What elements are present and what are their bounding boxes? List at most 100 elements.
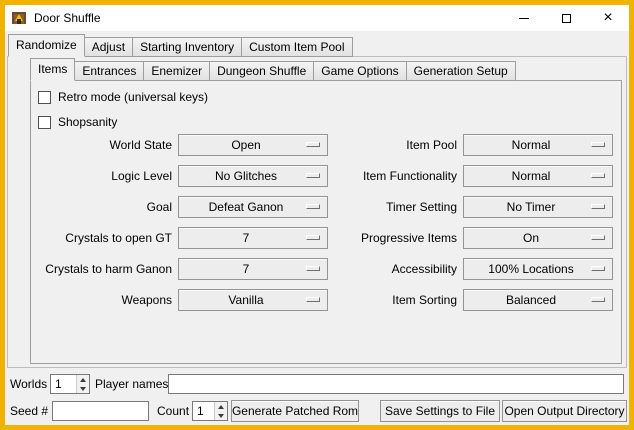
- worlds-spin-arrows: [76, 375, 89, 393]
- count-spinbox[interactable]: 1: [192, 401, 228, 421]
- spin-up-icon[interactable]: [215, 402, 227, 411]
- retro-mode-checkbox[interactable]: Retro mode (universal keys): [38, 89, 208, 105]
- item-pool-dropdown[interactable]: Normal: [463, 134, 613, 156]
- item-functionality-dropdown[interactable]: Normal: [463, 165, 613, 187]
- dropdown-indicator-icon: [306, 204, 320, 209]
- timer-setting-dropdown[interactable]: No Timer: [463, 196, 613, 218]
- spin-up-icon[interactable]: [77, 375, 89, 384]
- door-shuffle-window: Door Shuffle × Randomize Adjust Starting…: [0, 0, 634, 430]
- worlds-label: Worlds: [10, 373, 47, 395]
- minimize-button[interactable]: [503, 5, 545, 31]
- tab-game-options[interactable]: Game Options: [313, 61, 406, 81]
- world-state-value: Open: [231, 138, 260, 152]
- tab-adjust[interactable]: Adjust: [84, 37, 133, 57]
- seed-label: Seed #: [10, 400, 48, 422]
- weapons-value: Vanilla: [228, 293, 263, 307]
- dropdown-indicator-icon: [591, 142, 605, 147]
- seed-input[interactable]: [52, 401, 149, 421]
- save-settings-button[interactable]: Save Settings to File: [380, 400, 500, 422]
- worlds-value: 1: [51, 375, 76, 393]
- settings-tab-bar: Items Entrances Enemizer Dungeon Shuffle…: [30, 59, 515, 81]
- crystals-open-gt-label: Crystals to open GT: [31, 227, 172, 249]
- item-sorting-value: Balanced: [506, 293, 556, 307]
- item-functionality-label: Item Functionality: [334, 165, 457, 187]
- shopsanity-checkbox[interactable]: Shopsanity: [38, 114, 117, 130]
- logic-level-dropdown[interactable]: No Glitches: [178, 165, 328, 187]
- tab-dungeon-shuffle[interactable]: Dungeon Shuffle: [209, 61, 314, 81]
- goal-value: Defeat Ganon: [209, 200, 284, 214]
- open-output-directory-button[interactable]: Open Output Directory: [502, 400, 627, 422]
- spin-down-icon[interactable]: [215, 411, 227, 420]
- weapons-label: Weapons: [31, 289, 172, 311]
- item-sorting-label: Item Sorting: [334, 289, 457, 311]
- tab-randomize[interactable]: Randomize: [8, 34, 85, 57]
- goal-dropdown[interactable]: Defeat Ganon: [178, 196, 328, 218]
- tab-custom-item-pool[interactable]: Custom Item Pool: [241, 37, 352, 57]
- crystals-open-gt-value: 7: [243, 231, 250, 245]
- tab-entrances[interactable]: Entrances: [74, 61, 144, 81]
- timer-setting-value: No Timer: [507, 200, 556, 214]
- minimize-icon: [519, 18, 529, 19]
- dropdown-indicator-icon: [306, 235, 320, 240]
- close-button[interactable]: ×: [587, 5, 629, 31]
- player-names-label: Player names: [95, 373, 168, 395]
- tab-items[interactable]: Items: [30, 58, 75, 81]
- logic-level-value: No Glitches: [215, 169, 277, 183]
- weapons-dropdown[interactable]: Vanilla: [178, 289, 328, 311]
- items-pane: Retro mode (universal keys) Shopsanity W…: [30, 80, 622, 364]
- timer-setting-label: Timer Setting: [334, 196, 457, 218]
- save-settings-label: Save Settings to File: [385, 404, 495, 418]
- worlds-spinbox[interactable]: 1: [50, 374, 90, 394]
- shopsanity-checkbox-box[interactable]: [38, 116, 51, 129]
- dropdown-indicator-icon: [591, 266, 605, 271]
- accessibility-value: 100% Locations: [488, 262, 573, 276]
- crystals-harm-ganon-dropdown[interactable]: 7: [178, 258, 328, 280]
- app-icon: [11, 10, 27, 26]
- retro-mode-label: Retro mode (universal keys): [58, 90, 208, 104]
- player-names-input[interactable]: [168, 374, 624, 394]
- progressive-items-dropdown[interactable]: On: [463, 227, 613, 249]
- shopsanity-label: Shopsanity: [58, 115, 117, 129]
- dropdown-indicator-icon: [306, 266, 320, 271]
- item-sorting-dropdown[interactable]: Balanced: [463, 289, 613, 311]
- count-value: 1: [193, 402, 214, 420]
- dropdown-indicator-icon: [591, 297, 605, 302]
- count-label: Count: [157, 400, 189, 422]
- tab-enemizer[interactable]: Enemizer: [143, 61, 210, 81]
- item-pool-value: Normal: [512, 138, 551, 152]
- window-title: Door Shuffle: [34, 11, 101, 25]
- item-functionality-value: Normal: [512, 169, 551, 183]
- accessibility-label: Accessibility: [334, 258, 457, 280]
- progressive-items-value: On: [523, 231, 539, 245]
- retro-mode-checkbox-box[interactable]: [38, 91, 51, 104]
- maximize-button[interactable]: [545, 5, 587, 31]
- options-grid: World State Open Item Pool Normal Logic …: [31, 134, 613, 311]
- count-spin-arrows: [214, 402, 227, 420]
- logic-level-label: Logic Level: [31, 165, 172, 187]
- titlebar: Door Shuffle ×: [5, 5, 629, 31]
- world-state-label: World State: [31, 134, 172, 156]
- accessibility-dropdown[interactable]: 100% Locations: [463, 258, 613, 280]
- crystals-open-gt-dropdown[interactable]: 7: [178, 227, 328, 249]
- crystals-harm-ganon-value: 7: [243, 262, 250, 276]
- spin-down-icon[interactable]: [77, 384, 89, 393]
- close-icon: ×: [603, 10, 612, 26]
- dropdown-indicator-icon: [306, 142, 320, 147]
- generate-patched-rom-label: Generate Patched Rom: [232, 404, 358, 418]
- world-state-dropdown[interactable]: Open: [178, 134, 328, 156]
- progressive-items-label: Progressive Items: [334, 227, 457, 249]
- dropdown-indicator-icon: [591, 204, 605, 209]
- client-area: Randomize Adjust Starting Inventory Cust…: [5, 31, 629, 425]
- dropdown-indicator-icon: [591, 173, 605, 178]
- generate-patched-rom-button[interactable]: Generate Patched Rom: [231, 400, 359, 422]
- maximize-icon: [562, 14, 571, 23]
- goal-label: Goal: [31, 196, 172, 218]
- tab-generation-setup[interactable]: Generation Setup: [406, 61, 516, 81]
- main-tab-bar: Randomize Adjust Starting Inventory Cust…: [8, 34, 352, 57]
- randomize-pane: Items Entrances Enemizer Dungeon Shuffle…: [7, 56, 627, 368]
- tab-starting-inventory[interactable]: Starting Inventory: [132, 37, 242, 57]
- dropdown-indicator-icon: [306, 173, 320, 178]
- dropdown-indicator-icon: [306, 297, 320, 302]
- open-output-directory-label: Open Output Directory: [504, 404, 624, 418]
- dropdown-indicator-icon: [591, 235, 605, 240]
